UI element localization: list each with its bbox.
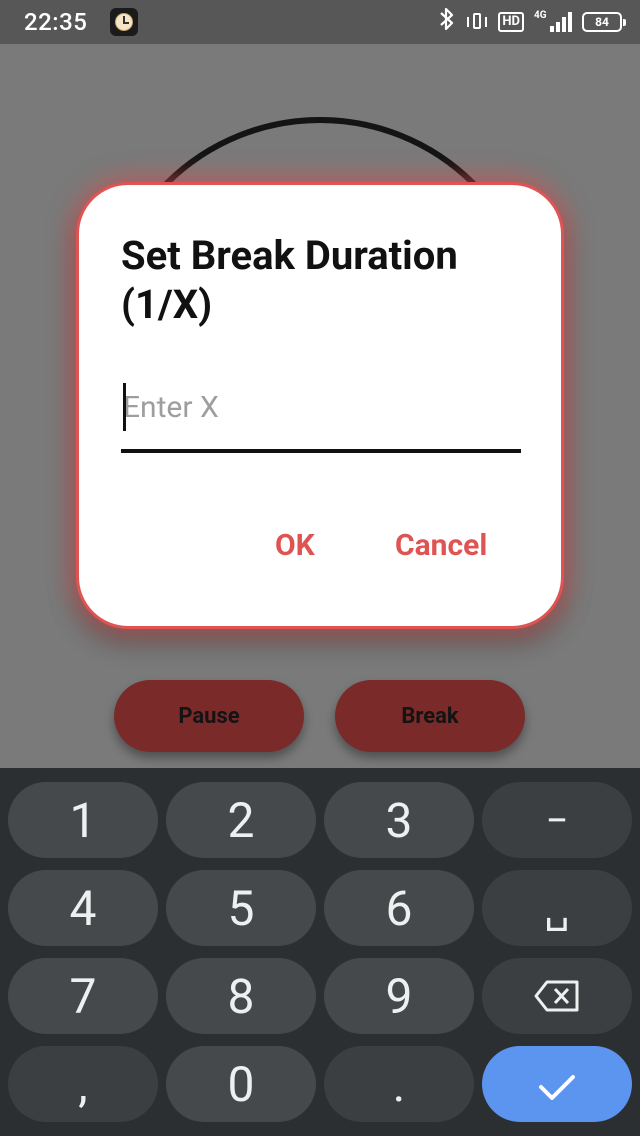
key-comma[interactable]: , — [8, 1046, 158, 1122]
break-duration-input[interactable] — [121, 379, 523, 435]
break-button[interactable]: Break — [335, 680, 525, 752]
key-8[interactable]: 8 — [166, 958, 316, 1034]
cancel-button[interactable]: Cancel — [395, 525, 487, 565]
key-7[interactable]: 7 — [8, 958, 158, 1034]
signal-4g-icon: 4G — [534, 10, 572, 34]
key-5[interactable]: 5 — [166, 870, 316, 946]
key-6[interactable]: 6 — [324, 870, 474, 946]
battery-level: 84 — [595, 15, 609, 29]
dialog-title: Set Break Duration (1/X) — [121, 232, 458, 328]
ok-button[interactable]: OK — [275, 525, 315, 565]
key-2[interactable]: 2 — [166, 782, 316, 858]
pause-button[interactable]: Pause — [114, 680, 304, 752]
status-time: 22:35 — [24, 8, 88, 36]
numeric-keyboard: 1 2 3 − 4 5 6 ␣ 7 8 9 , 0 . — [0, 768, 640, 1136]
network-type: 4G — [534, 10, 547, 21]
break-duration-input-field[interactable] — [121, 375, 523, 453]
key-9[interactable]: 9 — [324, 958, 474, 1034]
key-3[interactable]: 3 — [324, 782, 474, 858]
key-minus[interactable]: − — [482, 782, 632, 858]
key-4[interactable]: 4 — [8, 870, 158, 946]
key-space[interactable]: ␣ — [482, 870, 632, 946]
key-1[interactable]: 1 — [8, 782, 158, 858]
backspace-icon — [533, 968, 581, 1025]
clock-app-icon — [110, 8, 138, 36]
text-cursor — [123, 383, 126, 431]
key-period[interactable]: . — [324, 1046, 474, 1122]
status-bar: 22:35 HD 4G 84 — [0, 0, 640, 44]
bluetooth-icon — [438, 7, 456, 37]
break-duration-dialog: Set Break Duration (1/X) OK Cancel — [76, 182, 564, 629]
backspace-key[interactable] — [482, 958, 632, 1034]
check-icon — [538, 1056, 576, 1113]
hd-icon: HD — [498, 12, 524, 32]
key-0[interactable]: 0 — [166, 1046, 316, 1122]
vibrate-icon — [466, 11, 488, 33]
battery-icon: 84 — [582, 12, 626, 32]
enter-key[interactable] — [482, 1046, 632, 1122]
